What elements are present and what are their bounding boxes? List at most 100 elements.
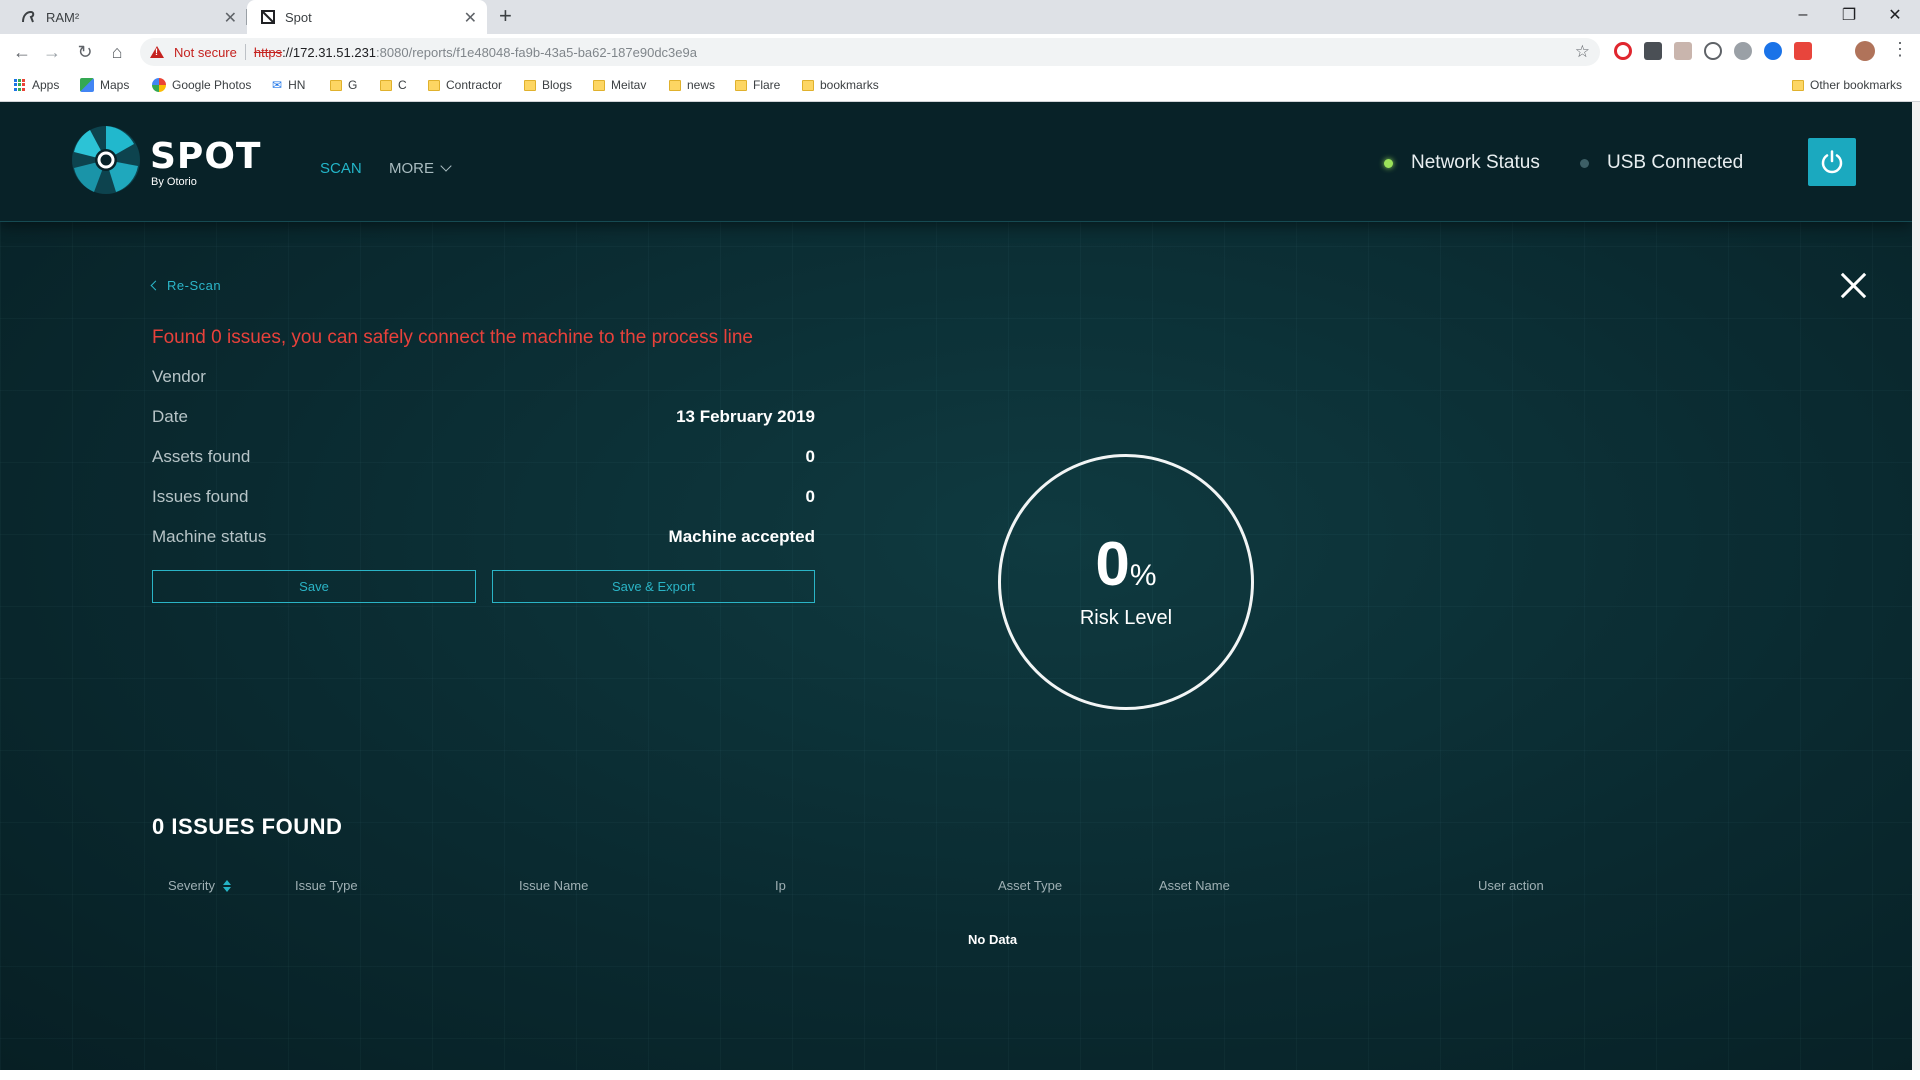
power-button[interactable]	[1808, 138, 1856, 186]
warning-icon	[150, 46, 164, 58]
chevron-down-icon	[440, 160, 452, 172]
folder-icon	[802, 79, 814, 91]
security-label: Not secure	[174, 44, 237, 60]
opera-extension-icon[interactable]	[1614, 42, 1632, 60]
nav-more[interactable]: MORE	[389, 160, 452, 177]
bookmarks-bar: Apps Maps Google Photos ✉ HN G C Contrac…	[0, 70, 1920, 102]
ram-favicon-icon	[22, 10, 35, 23]
tab-close-icon[interactable]: ✕	[464, 8, 477, 28]
bookmark-folder-g[interactable]: G	[330, 78, 357, 92]
circle-extension-icon[interactable]	[1764, 42, 1782, 60]
bookmark-folder-c[interactable]: C	[380, 78, 407, 92]
column-header-user-action: User action	[1478, 878, 1544, 893]
bookmark-other[interactable]: Other bookmarks	[1792, 78, 1902, 92]
info-row-vendor: Vendor	[152, 365, 815, 389]
bookmark-hn[interactable]: ✉ HN	[272, 78, 305, 92]
info-value: Machine accepted	[668, 527, 815, 546]
bookmark-label: Meitav	[611, 78, 647, 92]
nav-scan[interactable]: SCAN	[320, 160, 362, 177]
bookmark-folder-blogs[interactable]: Blogs	[524, 78, 572, 92]
pdf-extension-icon[interactable]	[1674, 42, 1692, 60]
tab-title: Spot	[285, 9, 312, 25]
column-header-asset-type: Asset Type	[998, 878, 1062, 893]
restore-icon[interactable]: ❐	[1826, 0, 1872, 30]
column-label: Ip	[775, 878, 786, 893]
clock-extension-icon[interactable]	[1704, 42, 1722, 60]
menu-kebab-icon[interactable]: ⋮	[1891, 39, 1909, 60]
omnibox-divider	[244, 44, 246, 60]
risk-level-gauge: 0% Risk Level	[998, 454, 1254, 710]
info-row-machine-status: Machine status Machine accepted	[152, 525, 815, 549]
bookmark-label: Contractor	[446, 78, 503, 92]
tab-spot[interactable]: Spot ✕	[247, 0, 487, 34]
bookmark-label: Apps	[32, 78, 60, 92]
bookmark-label: G	[348, 78, 358, 92]
bookmark-folder-bookmarks[interactable]: bookmarks	[802, 78, 879, 92]
bookmark-folder-contractor[interactable]: Contractor	[428, 78, 502, 92]
info-value: 0	[805, 487, 815, 506]
info-label: Issues found	[152, 487, 249, 506]
bookmark-star-icon[interactable]: ☆	[1575, 42, 1590, 62]
screen-extension-icon[interactable]	[1644, 42, 1662, 60]
folder-icon	[380, 79, 392, 91]
network-status-dot	[1384, 158, 1393, 168]
reload-icon[interactable]: ↻	[73, 40, 97, 64]
home-icon[interactable]: ⌂	[105, 40, 129, 64]
column-label: Issue Type	[295, 878, 358, 893]
bookmark-label: Blogs	[542, 78, 573, 92]
bookmark-folder-news[interactable]: news	[669, 78, 715, 92]
network-status: Network Status	[1384, 152, 1540, 174]
tab-close-icon[interactable]: ✕	[224, 8, 237, 28]
spot-favicon-icon	[261, 10, 275, 24]
column-header-severity[interactable]: Severity	[168, 878, 231, 893]
tab-ram[interactable]: RAM² ✕	[0, 0, 247, 34]
rescan-link[interactable]: Re-Scan	[150, 278, 222, 293]
bookmark-label: Maps	[100, 78, 130, 92]
brand-name: SPOT	[150, 136, 262, 177]
column-label: Asset Type	[998, 878, 1063, 893]
rescan-label: Re-Scan	[167, 278, 222, 293]
column-header-asset-name: Asset Name	[1159, 878, 1230, 893]
bookmark-folder-flare[interactable]: Flare	[735, 78, 780, 92]
close-report-icon[interactable]	[1840, 272, 1866, 298]
forward-arrow-icon[interactable]: →	[40, 40, 64, 64]
save-export-button[interactable]: Save & Export	[492, 570, 815, 603]
bookmark-label: Flare	[753, 78, 781, 92]
save-button[interactable]: Save	[152, 570, 476, 603]
power-icon	[1821, 150, 1843, 174]
apps-grid-icon	[14, 79, 26, 91]
profile-avatar[interactable]	[1855, 41, 1875, 61]
url-path: :8080/reports/f1e48048-fa9b-43a5-ba62-18…	[376, 44, 697, 60]
sort-icon[interactable]	[222, 879, 231, 892]
bookmark-folder-meitav[interactable]: Meitav	[593, 78, 646, 92]
column-label: User action	[1478, 878, 1544, 893]
network-status-label: Network Status	[1411, 152, 1540, 173]
url-scheme: https	[253, 44, 283, 60]
window-close-icon[interactable]: ✕	[1872, 0, 1918, 30]
minimize-icon[interactable]: –	[1780, 0, 1826, 30]
extension-icons	[1614, 42, 1812, 60]
info-row-assets: Assets found 0	[152, 445, 815, 469]
folder-icon	[593, 79, 605, 91]
folder-icon	[524, 79, 536, 91]
bookmark-label: HN	[288, 78, 306, 92]
bookmark-maps[interactable]: Maps	[80, 78, 129, 92]
new-tab-icon[interactable]: +	[499, 3, 512, 29]
photos-icon	[152, 78, 166, 92]
risk-percentage: 0	[1095, 530, 1130, 599]
pocket-extension-icon[interactable]	[1794, 42, 1812, 60]
address-bar[interactable]: Not secure https ://172.31.51.231 :8080/…	[140, 38, 1600, 66]
bookmark-label: bookmarks	[820, 78, 879, 92]
bookmark-google-photos[interactable]: Google Photos	[152, 78, 251, 92]
spot-logo-icon	[72, 126, 140, 194]
chat-extension-icon[interactable]	[1734, 42, 1752, 60]
mail-icon: ✉	[272, 78, 283, 92]
page-scrollbar[interactable]	[1912, 102, 1920, 1070]
risk-value: 0%	[1001, 529, 1251, 600]
bookmark-label: Google Photos	[172, 78, 252, 92]
url-host: ://172.31.51.231	[282, 44, 377, 60]
column-label: Asset Name	[1159, 878, 1230, 893]
issues-heading: 0 ISSUES FOUND	[152, 814, 343, 839]
bookmark-apps[interactable]: Apps	[14, 78, 59, 92]
back-arrow-icon[interactable]: ←	[10, 40, 34, 64]
